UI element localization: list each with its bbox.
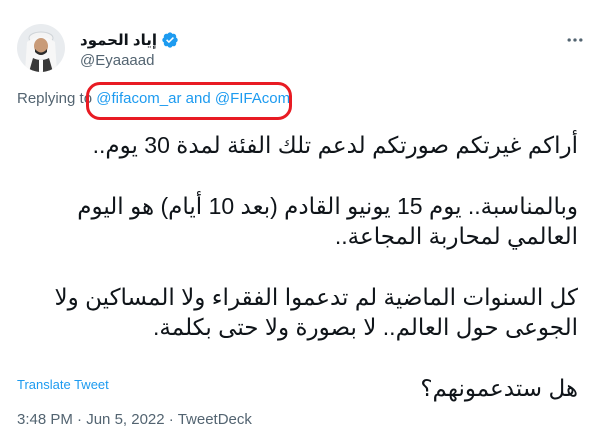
mention-fifacom-link[interactable]: @FIFAcom xyxy=(215,90,290,107)
tweet-paragraph-2: وبالمناسبة.. يوم 15 يونيو القادم (بعد 10… xyxy=(77,193,578,249)
avatar[interactable] xyxy=(17,24,65,72)
more-options-icon xyxy=(567,38,583,42)
avatar-image xyxy=(17,24,65,72)
translate-tweet-link[interactable]: Translate Tweet xyxy=(17,377,109,392)
more-options-button[interactable] xyxy=(563,28,587,52)
tweet-paragraph-1: أراكم غيرتكم صورتكم لدعم تلك الفئة لمدة … xyxy=(92,132,578,158)
verified-badge-icon xyxy=(162,32,178,48)
author-display-name[interactable]: إياد الحمود xyxy=(80,31,157,49)
tweet-date[interactable]: Jun 5, 2022 xyxy=(86,411,164,428)
reply-context: Replying to @fifacom_ar and @FIFAcom xyxy=(17,90,290,107)
tweet-source[interactable]: TweetDeck xyxy=(178,411,252,428)
tweet-paragraph-3: كل السنوات الماضية لم تدعموا الفقراء ولا… xyxy=(54,284,579,340)
meta-separator: · xyxy=(168,411,174,428)
reply-conjunction[interactable]: and xyxy=(186,90,211,107)
mention-fifacom-ar-link[interactable]: @fifacom_ar xyxy=(96,90,181,107)
author-handle[interactable]: @Eyaaaad xyxy=(80,52,154,69)
reply-prefix: Replying to xyxy=(17,90,93,107)
tweet-meta: 3:48 PM · Jun 5, 2022 · TweetDeck xyxy=(17,411,252,428)
tweet-time[interactable]: 3:48 PM xyxy=(17,411,73,428)
author-name-row: إياد الحمود xyxy=(80,30,179,50)
tweet-body: أراكم غيرتكم صورتكم لدعم تلك الفئة لمدة … xyxy=(18,130,579,403)
meta-separator: · xyxy=(77,411,83,428)
